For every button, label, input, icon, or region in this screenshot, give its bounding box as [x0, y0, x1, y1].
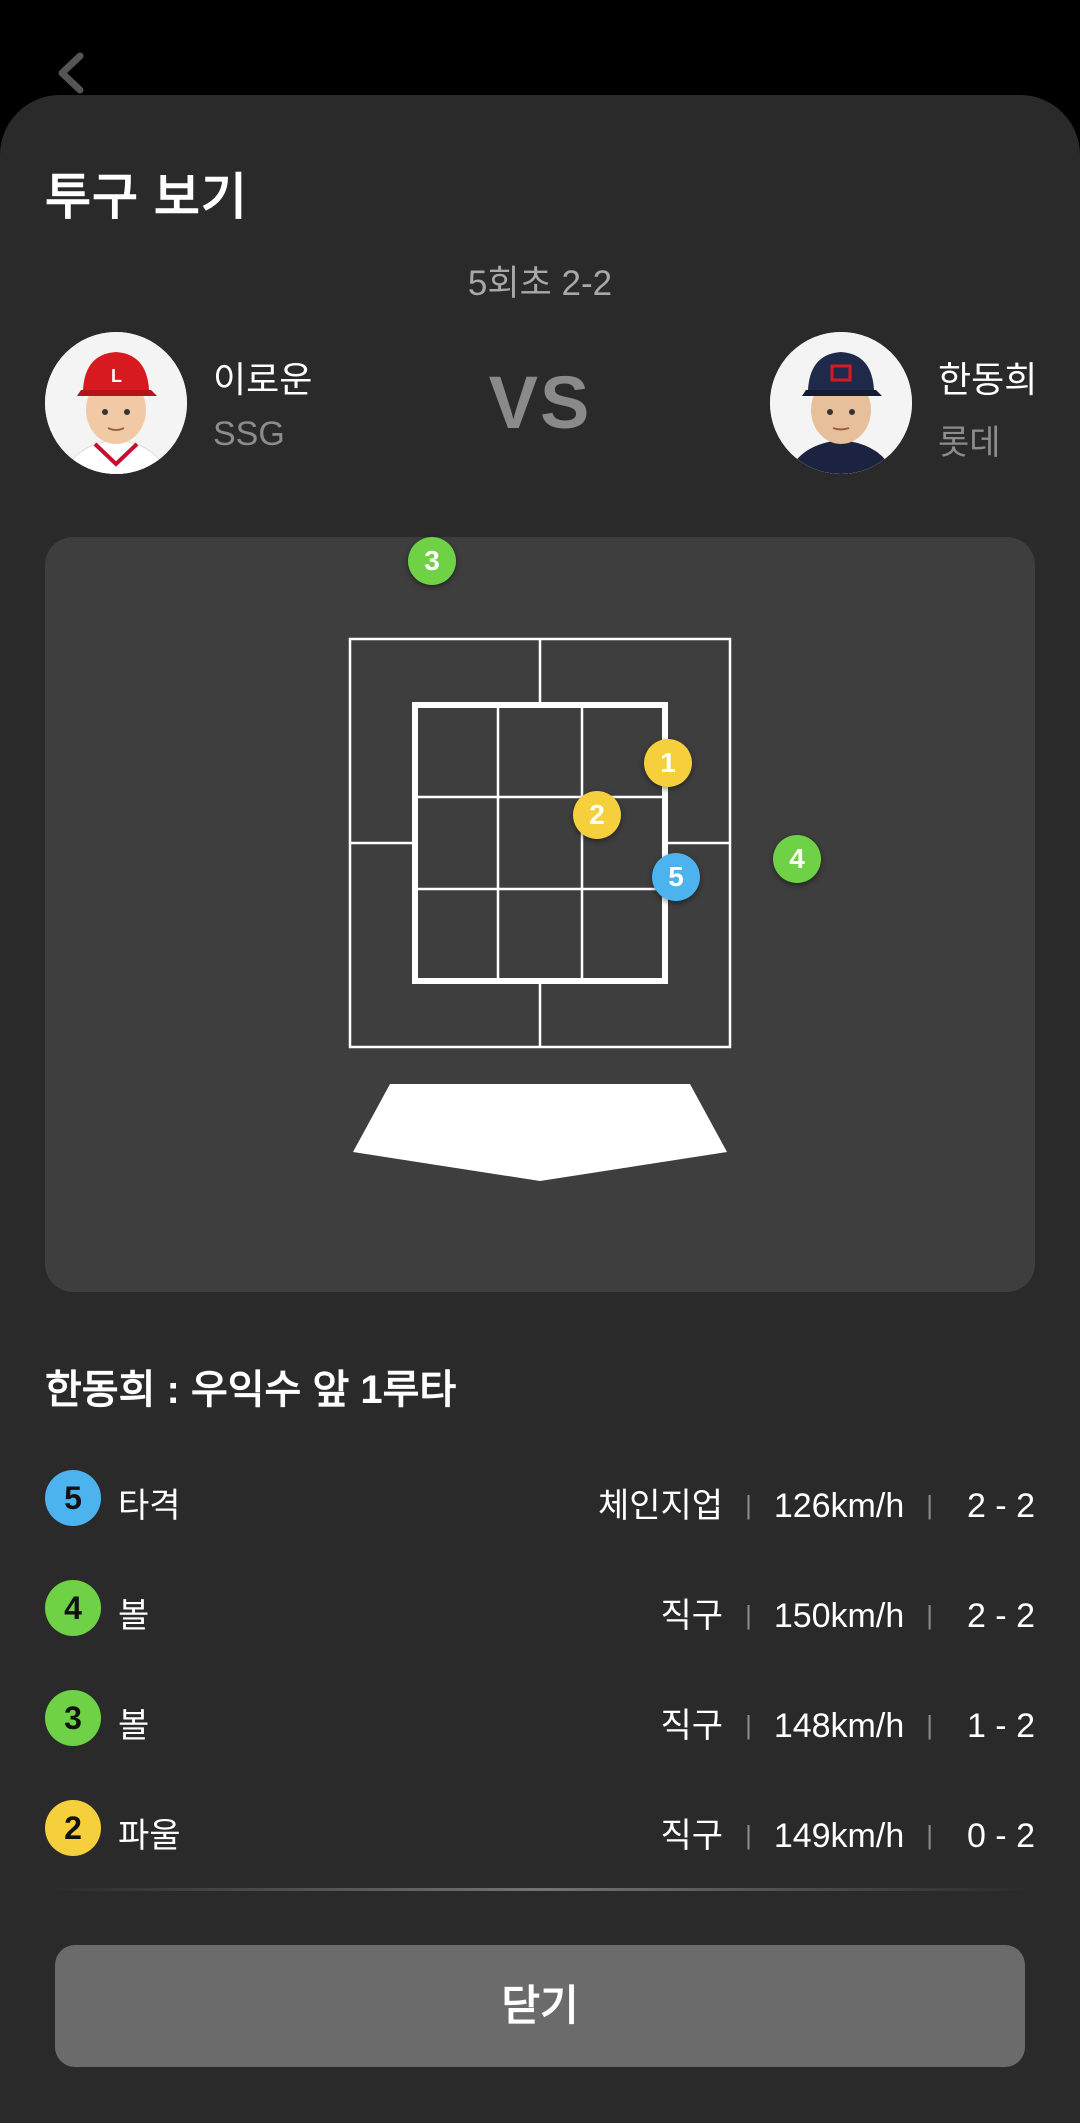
strike-zone-panel: 3 1 2 5 4 — [45, 537, 1035, 1292]
pitch-details: 체인지업 | 126km/h | 2 - 2 — [597, 1487, 1035, 1525]
pitch-details: 직구 | 148km/h | 1 - 2 — [660, 1707, 1036, 1745]
pitch-speed: 150km/h — [773, 1597, 905, 1635]
pitch-marker-1[interactable]: 1 — [644, 739, 692, 787]
chevron-left-icon — [58, 52, 84, 94]
pitch-count: 2 - 2 — [966, 1487, 1035, 1525]
pitch-result: 볼 — [118, 1597, 150, 1635]
batter-avatar — [770, 332, 912, 474]
pitch-number-badge: 2 — [45, 1800, 101, 1856]
home-plate — [353, 1084, 727, 1181]
pitch-view-sheet: 투구 보기 5회초 2-2 L 이로운 SSG VS 한동희 롯데 3 1 2 … — [0, 95, 1080, 2123]
batter-name: 한동희 — [938, 359, 1038, 400]
back-button[interactable] — [52, 48, 92, 98]
pitch-speed: 149km/h — [773, 1817, 905, 1855]
pitch-type: 직구 — [660, 1597, 724, 1635]
pitch-type: 직구 — [660, 1817, 724, 1855]
pitch-count: 2 - 2 — [966, 1597, 1035, 1635]
pitch-type: 체인지업 — [597, 1487, 724, 1525]
inning-score: 5회초 2-2 — [467, 264, 613, 303]
pitch-number-badge: 5 — [45, 1470, 101, 1526]
pitch-row: 3 볼 직구 | 148km/h | 1 - 2 — [45, 1688, 1035, 1748]
close-button[interactable]: 닫기 — [55, 1945, 1025, 2067]
pitch-row: 2 파울 직구 | 149km/h | 0 - 2 — [45, 1798, 1035, 1858]
pitch-marker-5[interactable]: 5 — [652, 853, 700, 901]
list-divider — [45, 1888, 1035, 1891]
pitch-count: 0 - 2 — [966, 1817, 1035, 1855]
pitch-result: 파울 — [118, 1817, 181, 1855]
pitch-result: 볼 — [118, 1707, 150, 1745]
pitch-details: 직구 | 149km/h | 0 - 2 — [660, 1817, 1036, 1855]
pitch-row: 5 타격 체인지업 | 126km/h | 2 - 2 — [45, 1468, 1035, 1528]
pitch-marker-3[interactable]: 3 — [408, 537, 456, 585]
pitch-marker-2[interactable]: 2 — [573, 791, 621, 839]
pitch-details: 직구 | 150km/h | 2 - 2 — [660, 1597, 1036, 1635]
strike-zone-diagram — [348, 637, 732, 1181]
at-bat-result-title: 한동희 : 우익수 앞 1루타 — [45, 1368, 457, 1412]
pitch-number-badge: 3 — [45, 1690, 101, 1746]
pitch-count: 1 - 2 — [966, 1707, 1035, 1745]
pitch-row: 4 볼 직구 | 150km/h | 2 - 2 — [45, 1578, 1035, 1638]
vs-label: VS — [488, 361, 592, 444]
batter-team: 롯데 — [938, 424, 1001, 462]
pitch-result: 타격 — [118, 1487, 181, 1525]
pitch-type: 직구 — [660, 1707, 724, 1745]
pitch-marker-4[interactable]: 4 — [773, 835, 821, 883]
pitch-speed: 148km/h — [773, 1707, 905, 1745]
pitch-number-badge: 4 — [45, 1580, 101, 1636]
sheet-title: 투구 보기 — [45, 169, 248, 225]
pitch-speed: 126km/h — [773, 1487, 905, 1525]
